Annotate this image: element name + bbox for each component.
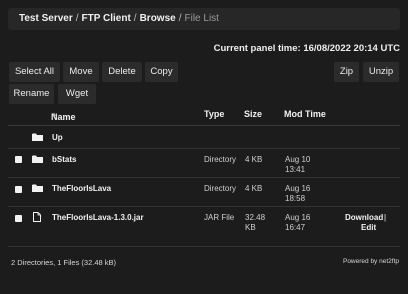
up-link[interactable]: Up <box>52 133 63 142</box>
sort-ascending-icon: ▲ <box>51 112 57 118</box>
file-name-link[interactable]: TheFloorIsLava <box>52 184 111 193</box>
mod-date: Aug 16 <box>285 213 311 222</box>
folder-icon <box>32 133 43 141</box>
row-checkbox[interactable] <box>15 186 22 193</box>
table-row[interactable]: TheFloorIsLava-1.3.0.jar JAR File 32.48 … <box>8 207 400 235</box>
powered-by[interactable]: Powered by net2ftp <box>343 258 399 265</box>
table-header: Name ▲ Type Size Mod Time <box>8 106 400 124</box>
file-name-link[interactable]: TheFloorIsLava-1.3.0.jar <box>52 213 144 222</box>
file-name-link[interactable]: bStats <box>52 155 76 164</box>
file-size-value: 32.48 <box>245 213 266 222</box>
rename-button[interactable]: Rename <box>9 84 54 104</box>
column-name-header[interactable]: Name ▲ <box>51 109 76 122</box>
table-row[interactable]: bStats Directory 4 KB Aug 10 13:41 <box>8 149 400 178</box>
directory-summary: 2 Directories, 1 Files (32.48 kB) <box>11 258 117 267</box>
unzip-button[interactable]: Unzip <box>363 62 399 82</box>
mod-date: Aug 10 <box>285 155 311 164</box>
column-type-header[interactable]: Type <box>204 109 224 119</box>
table-row[interactable]: TheFloorIsLava Directory 4 KB Aug 16 18:… <box>8 178 400 207</box>
file-size: 4 KB <box>245 184 263 193</box>
breadcrumb-test-server[interactable]: Test Server <box>19 13 73 24</box>
delete-button[interactable]: Delete <box>102 62 142 82</box>
mod-time: 16:47 <box>285 223 306 232</box>
file-type: Directory <box>204 155 237 164</box>
download-link[interactable]: Download <box>345 213 383 222</box>
row-checkbox[interactable] <box>15 215 22 222</box>
row-checkbox[interactable] <box>15 156 22 163</box>
edit-link[interactable]: Edit <box>361 223 376 232</box>
file-size-unit: KB <box>245 223 256 232</box>
wget-button[interactable]: Wget <box>58 84 96 104</box>
file-type: Directory <box>204 184 237 193</box>
file-size: 4 KB <box>245 155 263 164</box>
breadcrumb-separator: / <box>75 13 79 24</box>
select-all-button[interactable]: Select All <box>9 62 60 82</box>
breadcrumb-ftp-client[interactable]: FTP Client <box>82 13 131 24</box>
mod-date: Aug 16 <box>285 184 311 193</box>
breadcrumb-browse[interactable]: Browse <box>140 13 176 24</box>
table-row-up[interactable]: Up <box>8 126 400 149</box>
file-type: JAR File <box>204 213 235 222</box>
folder-icon <box>32 184 43 192</box>
column-size-header[interactable]: Size <box>244 109 262 119</box>
file-icon <box>33 212 41 222</box>
breadcrumb-separator: / <box>133 13 137 24</box>
mod-time: 18:58 <box>285 194 306 203</box>
copy-button[interactable]: Copy <box>145 62 178 82</box>
folder-icon <box>32 155 43 163</box>
breadcrumb-current: File List <box>184 13 219 24</box>
footer-divider <box>8 246 400 247</box>
column-mod-time-header[interactable]: Mod Time <box>284 109 326 119</box>
move-button[interactable]: Move <box>63 62 99 82</box>
breadcrumb: Test Server / FTP Client / Browse / File List <box>8 8 400 30</box>
panel-time: Current panel time: 16/08/2022 20:14 UTC <box>213 43 400 54</box>
breadcrumb-separator: / <box>178 13 182 24</box>
mod-time: 13:41 <box>285 165 306 174</box>
zip-button[interactable]: Zip <box>334 62 359 82</box>
action-separator: | <box>384 213 387 222</box>
